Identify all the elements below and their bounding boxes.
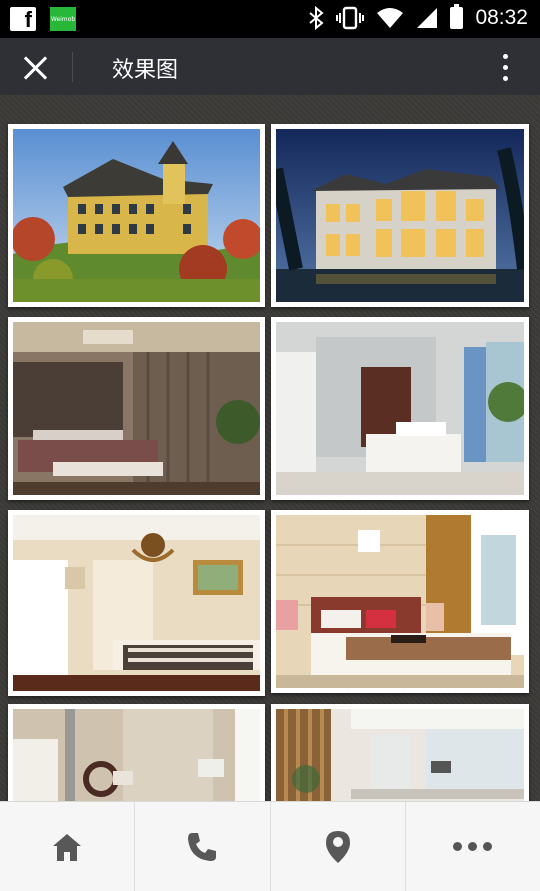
status-bar: f Weimob 08:32: [0, 0, 540, 38]
vibrate-icon: [336, 6, 365, 30]
more-icon: [453, 842, 493, 851]
gallery-image-living-room[interactable]: [8, 704, 265, 801]
gallery-image-kitchen[interactable]: [271, 704, 529, 801]
gallery-image-bedroom-red-pillow[interactable]: [271, 510, 529, 693]
bluetooth-icon: [309, 6, 324, 30]
signal-icon: [417, 8, 438, 28]
page-title: 效果图: [112, 58, 179, 83]
gallery: [0, 95, 540, 801]
overflow-menu-icon[interactable]: [502, 54, 510, 84]
nav-home[interactable]: [0, 802, 136, 891]
phone-icon: [188, 832, 217, 861]
gallery-image-villa-night[interactable]: [271, 124, 529, 307]
bottom-nav: [0, 801, 540, 891]
nav-phone[interactable]: [135, 802, 271, 891]
home-icon: [53, 833, 82, 861]
nav-more[interactable]: [406, 802, 540, 891]
facebook-icon: f: [10, 7, 36, 31]
gallery-image-bedroom-white[interactable]: [271, 317, 529, 500]
weimob-icon: Weimob: [50, 7, 76, 31]
app-bar: 效果图: [0, 38, 540, 95]
location-pin-icon: [325, 830, 350, 863]
appbar-divider: [72, 52, 73, 82]
gallery-image-bedroom-dark[interactable]: [8, 317, 265, 500]
close-icon[interactable]: [18, 50, 54, 86]
battery-icon: [450, 4, 464, 29]
wifi-icon: [377, 8, 404, 28]
clock: 08:32: [475, 6, 528, 29]
gallery-image-villa-day[interactable]: [8, 124, 265, 307]
gallery-image-bedroom-chandelier[interactable]: [8, 510, 265, 696]
nav-location[interactable]: [271, 802, 406, 891]
